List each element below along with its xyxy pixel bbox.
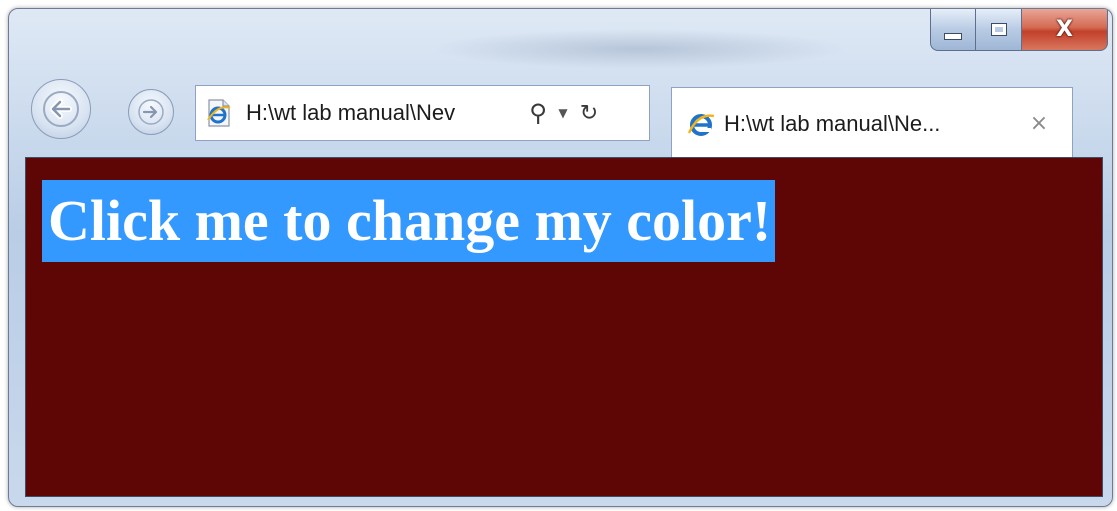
- search-icon[interactable]: ⚲: [524, 99, 552, 127]
- address-input[interactable]: H:\wt lab manual\Nev: [246, 100, 518, 126]
- minimize-button[interactable]: [930, 9, 976, 51]
- browser-window: X H:\wt lab manual\Nev ⚲ ▼ ↻ H:\wt lab m…: [8, 8, 1113, 507]
- maximize-icon: [990, 23, 1007, 36]
- ie-logo-icon: [687, 113, 715, 136]
- address-bar[interactable]: H:\wt lab manual\Nev ⚲ ▼ ↻: [195, 85, 650, 141]
- maximize-button[interactable]: [976, 9, 1022, 51]
- back-arrow-icon: [43, 91, 79, 127]
- minimize-icon: [944, 33, 962, 40]
- page-content: Click me to change my color!: [25, 157, 1103, 497]
- tab-current[interactable]: H:\wt lab manual\Ne... ×: [671, 87, 1073, 159]
- tab-title: H:\wt lab manual\Ne...: [724, 110, 941, 136]
- close-icon: X: [1056, 17, 1073, 42]
- forward-button[interactable]: [128, 89, 174, 135]
- back-button[interactable]: [31, 79, 91, 139]
- tab-close-icon[interactable]: ×: [1024, 111, 1054, 136]
- ie-page-icon: [207, 99, 231, 127]
- color-change-heading[interactable]: Click me to change my color!: [42, 180, 776, 262]
- caption-buttons: X: [930, 9, 1108, 53]
- refresh-icon[interactable]: ↻: [574, 101, 604, 126]
- title-bar: [429, 29, 849, 69]
- close-button[interactable]: X: [1022, 9, 1108, 51]
- forward-arrow-icon: [138, 99, 164, 125]
- dropdown-icon[interactable]: ▼: [552, 106, 574, 120]
